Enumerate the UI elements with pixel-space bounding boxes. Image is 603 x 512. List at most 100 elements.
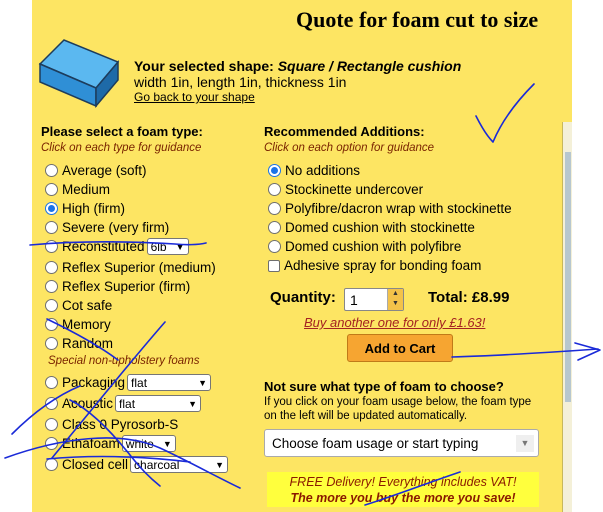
- radio-domed-polyfibre[interactable]: [268, 240, 281, 253]
- add-to-cart-button[interactable]: Add to Cart: [347, 334, 453, 362]
- quantity-label: Quantity:: [270, 289, 336, 306]
- foam-option-label: High (firm): [62, 201, 125, 216]
- foam-type-note: Click on each type for guidance: [41, 142, 202, 154]
- foam-option-reflex-medium[interactable]: Reflex Superior (medium): [45, 258, 216, 277]
- foam-option-reflex-firm[interactable]: Reflex Superior (firm): [45, 277, 190, 296]
- additions-note: Click on each option for guidance: [264, 142, 435, 154]
- foam-option-high[interactable]: High (firm): [45, 199, 125, 218]
- shape-dimensions: width 1in, length 1in, thickness 1in: [134, 74, 347, 90]
- acoustic-select-value: flat: [119, 396, 136, 411]
- foam-option-ethafoam[interactable]: Ethafoam white ▼: [45, 434, 176, 453]
- adhesive-spray-check[interactable]: [268, 259, 280, 272]
- foam-option-average[interactable]: Average (soft): [45, 161, 147, 180]
- radio-reflex-medium[interactable]: [45, 261, 58, 274]
- foam-option-label: Reflex Superior (firm): [62, 279, 191, 294]
- radio-cot-safe[interactable]: [45, 299, 58, 312]
- foam-option-label: Memory: [62, 317, 111, 332]
- foam-option-label: Ethafoam: [62, 436, 120, 451]
- foam-option-label: Reflex Superior (medium): [62, 260, 216, 275]
- addition-option-label: Polyfibre/dacron wrap with stockinette: [285, 201, 512, 216]
- radio-memory[interactable]: [45, 318, 58, 331]
- radio-reconstituted[interactable]: [45, 240, 58, 253]
- radio-average[interactable]: [45, 164, 58, 177]
- foam-option-label: Closed cell: [62, 457, 129, 472]
- adjacent-panel-strip: [565, 152, 571, 402]
- foam-option-closed-cell[interactable]: Closed cell charcoal ▼: [45, 455, 229, 474]
- chevron-down-icon: ▼: [175, 242, 185, 252]
- acoustic-select[interactable]: flat ▼: [115, 395, 202, 412]
- addition-option-stockinette[interactable]: Stockinette undercover: [268, 180, 423, 199]
- addition-option-polyfibre-wrap[interactable]: Polyfibre/dacron wrap with stockinette: [268, 199, 512, 218]
- radio-reflex-firm[interactable]: [45, 280, 58, 293]
- radio-packaging[interactable]: [45, 376, 58, 389]
- foam-option-class0[interactable]: Class 0 Pyrosorb-S: [45, 415, 178, 434]
- closed-cell-select[interactable]: charcoal ▼: [130, 456, 229, 473]
- foam-option-cot-safe[interactable]: Cot safe: [45, 296, 112, 315]
- foam-option-severe[interactable]: Severe (very firm): [45, 218, 169, 237]
- chevron-up-icon[interactable]: ▲: [388, 289, 403, 299]
- foam-option-label: Acoustic: [62, 396, 114, 411]
- foam-option-reconstituted[interactable]: Reconstituted 6lb ▼: [45, 237, 189, 256]
- addition-option-domed-stockinette[interactable]: Domed cushion with stockinette: [268, 218, 475, 237]
- foam-option-label: Random: [62, 336, 114, 351]
- packaging-select[interactable]: flat ▼: [127, 374, 212, 391]
- foam-type-heading: Please select a foam type:: [41, 124, 203, 139]
- back-to-shape-link[interactable]: Go back to your shape: [134, 90, 255, 104]
- quantity-spin-buttons[interactable]: ▲ ▼: [387, 289, 403, 310]
- foam-option-random[interactable]: Random: [45, 334, 113, 353]
- foam-option-medium[interactable]: Medium: [45, 180, 110, 199]
- foam-usage-placeholder: Choose foam usage or start typing: [272, 435, 479, 451]
- foam-usage-select[interactable]: Choose foam usage or start typing ▼: [264, 429, 539, 457]
- radio-no-additions[interactable]: [268, 164, 281, 177]
- radio-high[interactable]: [45, 202, 58, 215]
- foam-guide-heading: Not sure what type of foam to choose?: [264, 379, 504, 394]
- packaging-select-value: flat: [131, 375, 148, 390]
- foam-option-label: Average (soft): [62, 163, 147, 178]
- addition-option-label: Domed cushion with stockinette: [285, 220, 475, 235]
- radio-polyfibre-wrap[interactable]: [268, 202, 281, 215]
- selected-shape-name: Square / Rectangle cushion: [277, 58, 462, 74]
- addition-option-label: Stockinette undercover: [285, 182, 424, 197]
- radio-acoustic[interactable]: [45, 397, 58, 410]
- foam-option-label: Cot safe: [62, 298, 113, 313]
- addition-option-label: Domed cushion with polyfibre: [285, 239, 462, 254]
- promo-banner: FREE Delivery! Everything includes VAT! T…: [267, 472, 539, 507]
- chevron-down-icon: ▼: [215, 460, 225, 470]
- quantity-input[interactable]: 1: [350, 292, 358, 308]
- radio-class0[interactable]: [45, 418, 58, 431]
- adhesive-spray-label: Adhesive spray for bonding foam: [284, 258, 482, 273]
- foam-option-label: Severe (very firm): [62, 220, 170, 235]
- addition-option-domed-polyfibre[interactable]: Domed cushion with polyfibre: [268, 237, 461, 256]
- adjacent-panel-edge: [562, 122, 572, 512]
- quantity-stepper[interactable]: 1 ▲ ▼: [344, 288, 404, 311]
- page-title: Quote for foam cut to size: [296, 7, 539, 32]
- radio-stockinette[interactable]: [268, 183, 281, 196]
- foam-guide-text: If you click on your foam usage below, t…: [264, 396, 532, 422]
- radio-severe[interactable]: [45, 221, 58, 234]
- promo-line-1: FREE Delivery! Everything includes VAT!: [289, 475, 517, 489]
- foam-option-packaging[interactable]: Packaging flat ▼: [45, 373, 212, 392]
- buy-another-link[interactable]: Buy another one for only £1.63!: [304, 315, 485, 330]
- closed-cell-select-value: charcoal: [134, 457, 180, 472]
- arrow-head-scribble: [574, 342, 601, 361]
- radio-domed-stockinette[interactable]: [268, 221, 281, 234]
- order-total: Total: £8.99: [428, 289, 510, 306]
- adhesive-spray-checkbox[interactable]: Adhesive spray for bonding foam: [268, 256, 481, 275]
- foam-option-label: Packaging: [62, 375, 126, 390]
- foam-option-acoustic[interactable]: Acoustic flat ▼: [45, 394, 202, 413]
- cushion-shape-icon: [38, 39, 120, 108]
- radio-medium[interactable]: [45, 183, 58, 196]
- foam-option-label: Reconstituted: [62, 239, 145, 254]
- addition-option-label: No additions: [285, 163, 361, 178]
- foam-option-memory[interactable]: Memory: [45, 315, 111, 334]
- radio-ethafoam[interactable]: [45, 437, 58, 450]
- addition-option-none[interactable]: No additions: [268, 161, 360, 180]
- special-foams-note: Special non-upholstery foams: [48, 355, 200, 367]
- chevron-down-icon: ▼: [188, 399, 198, 409]
- radio-random[interactable]: [45, 337, 58, 350]
- radio-closed-cell[interactable]: [45, 458, 58, 471]
- chevron-down-icon: ▼: [516, 435, 534, 452]
- ethafoam-select[interactable]: white ▼: [121, 435, 176, 452]
- chevron-down-icon[interactable]: ▼: [388, 299, 403, 309]
- reconstituted-density-select[interactable]: 6lb ▼: [146, 238, 189, 255]
